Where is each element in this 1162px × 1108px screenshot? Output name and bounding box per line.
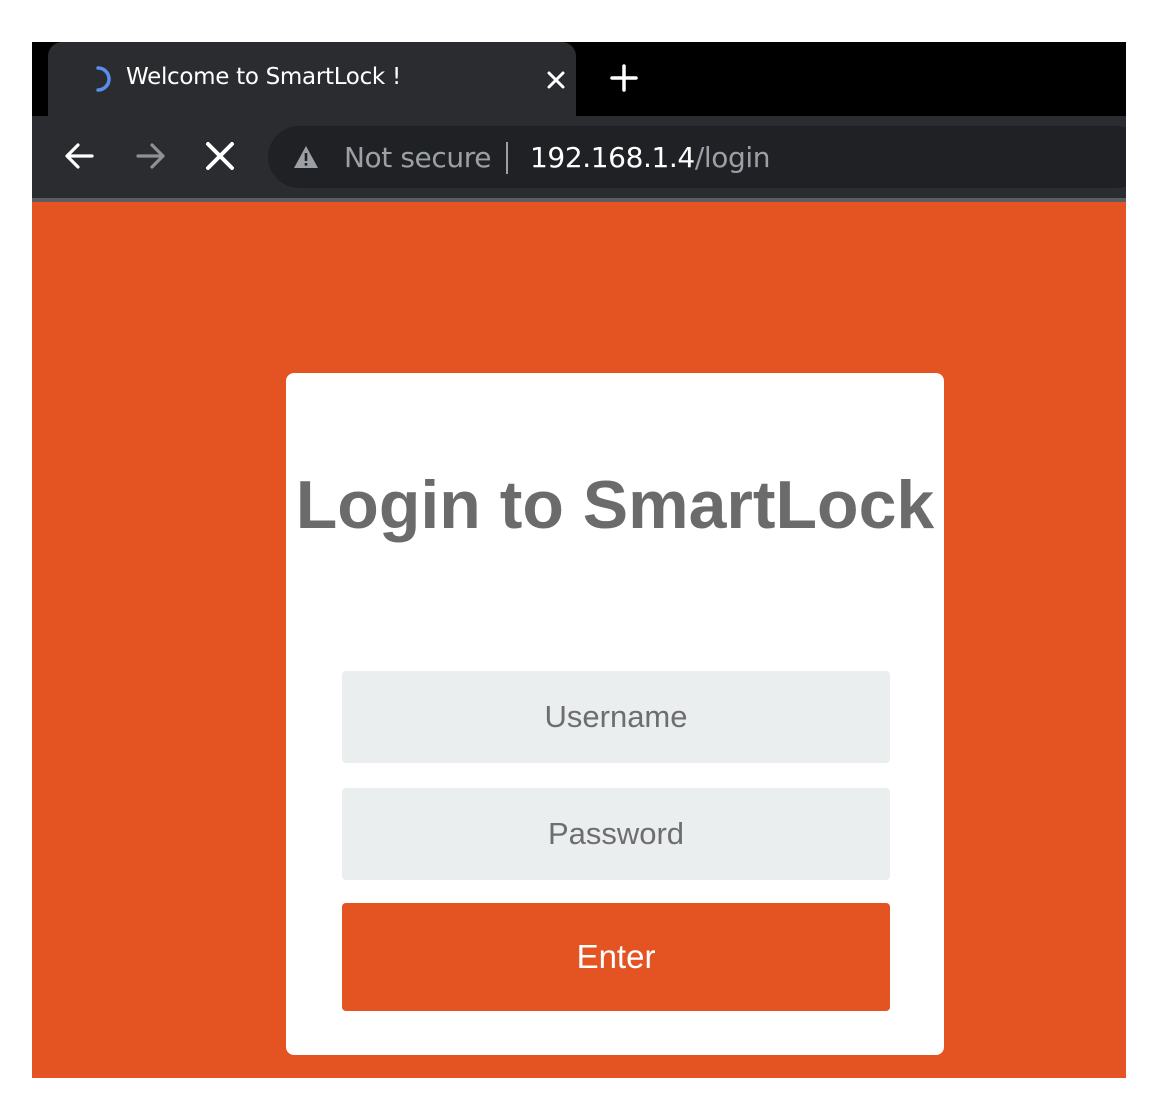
- warning-triangle-icon[interactable]: [292, 143, 320, 171]
- security-label[interactable]: Not secure: [344, 141, 491, 174]
- address-bar[interactable]: Not secure 192.168.1.4/login: [268, 126, 1126, 188]
- url-path: /login: [694, 141, 771, 174]
- tab-strip: Welcome to SmartLock !: [32, 42, 1126, 116]
- browser-tab[interactable]: Welcome to SmartLock !: [48, 42, 576, 116]
- close-icon[interactable]: [542, 66, 570, 94]
- enter-button[interactable]: Enter: [342, 903, 890, 1011]
- plus-icon[interactable]: [608, 62, 640, 94]
- browser-toolbar: Not secure 192.168.1.4/login: [32, 116, 1126, 202]
- url-divider: [506, 142, 508, 174]
- password-input[interactable]: [342, 788, 890, 880]
- url-host: 192.168.1.4: [530, 141, 695, 174]
- url-text[interactable]: 192.168.1.4/login: [530, 141, 770, 174]
- username-input[interactable]: [342, 671, 890, 763]
- loading-spinner-icon: [96, 66, 111, 92]
- arrow-right-icon[interactable]: [130, 136, 170, 176]
- stop-icon[interactable]: [200, 136, 240, 176]
- arrow-left-icon[interactable]: [60, 136, 100, 176]
- browser-window: Welcome to SmartLock ! Not secure 192.16…: [32, 42, 1126, 1078]
- login-title: Login to SmartLock: [295, 467, 935, 543]
- tab-title: Welcome to SmartLock !: [126, 64, 401, 90]
- login-card: Login to SmartLock Enter: [286, 373, 944, 1055]
